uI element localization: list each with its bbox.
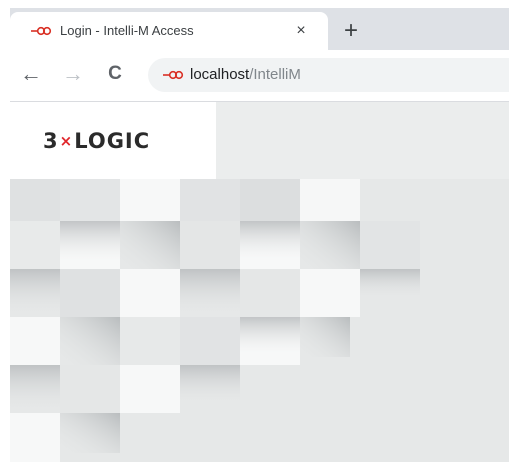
pattern-tile bbox=[300, 179, 360, 221]
url-text: localhost/IntelliM bbox=[190, 66, 301, 83]
reload-button[interactable]: C bbox=[102, 62, 128, 88]
page-content: 3×LOGIC bbox=[10, 102, 509, 462]
logo-mark: × bbox=[59, 132, 74, 150]
pattern-tile bbox=[60, 269, 120, 317]
pattern-tile bbox=[360, 221, 420, 269]
pattern-tile bbox=[60, 365, 120, 413]
pattern-tile bbox=[120, 317, 180, 365]
pattern-shadow bbox=[180, 365, 240, 405]
background-cube-pattern bbox=[10, 179, 509, 462]
forward-button[interactable]: → bbox=[60, 62, 86, 88]
pattern-tile bbox=[180, 317, 240, 365]
pattern-shadow bbox=[180, 269, 240, 317]
pattern-shadow bbox=[300, 317, 350, 357]
logo-prefix: 3 bbox=[43, 129, 59, 153]
insecure-link-icon[interactable] bbox=[162, 68, 184, 82]
pattern-shadow bbox=[10, 365, 60, 413]
pattern-shadow bbox=[10, 269, 60, 317]
logo-suffix: LOGIC bbox=[74, 129, 151, 153]
pattern-tile bbox=[300, 269, 360, 317]
pattern-tile bbox=[240, 179, 300, 221]
pattern-shadow bbox=[360, 269, 420, 299]
pattern-shadow bbox=[60, 221, 120, 261]
pattern-shadow bbox=[240, 317, 300, 353]
pattern-tile bbox=[180, 179, 240, 221]
tab-login[interactable]: Login - Intelli-M Access × bbox=[10, 12, 328, 50]
pattern-tile bbox=[120, 365, 180, 413]
tab-title: Login - Intelli-M Access bbox=[60, 23, 194, 38]
url-path: /IntelliM bbox=[249, 66, 301, 83]
address-bar[interactable]: localhost/IntelliM bbox=[148, 58, 509, 92]
pattern-shadow bbox=[300, 221, 360, 269]
back-button[interactable]: ← bbox=[18, 62, 44, 88]
pattern-tile bbox=[10, 317, 60, 365]
browser-window: Login - Intelli-M Access × + ← → C local… bbox=[10, 8, 509, 462]
pattern-tile bbox=[10, 221, 60, 269]
pattern-shadow bbox=[60, 317, 120, 365]
brand-logo: 3×LOGIC bbox=[43, 129, 150, 153]
pattern-tile bbox=[180, 221, 240, 269]
pattern-shadow bbox=[60, 413, 120, 453]
logo-container: 3×LOGIC bbox=[10, 102, 216, 179]
pattern-tile bbox=[60, 179, 120, 221]
tab-strip: Login - Intelli-M Access × + bbox=[10, 8, 509, 50]
pattern-tile bbox=[10, 179, 60, 221]
url-host: localhost bbox=[190, 66, 250, 83]
close-tab-button[interactable]: × bbox=[289, 19, 313, 43]
page-header: 3×LOGIC bbox=[10, 102, 509, 179]
insecure-link-icon bbox=[31, 26, 52, 36]
pattern-shadow bbox=[240, 221, 300, 259]
pattern-tile bbox=[120, 269, 180, 317]
pattern-tile bbox=[10, 413, 60, 462]
pattern-tile bbox=[120, 179, 180, 221]
new-tab-button[interactable]: + bbox=[337, 18, 365, 46]
browser-toolbar: ← → C localhost/IntelliM bbox=[10, 50, 509, 102]
pattern-shadow bbox=[120, 221, 180, 269]
pattern-tile bbox=[240, 269, 300, 317]
